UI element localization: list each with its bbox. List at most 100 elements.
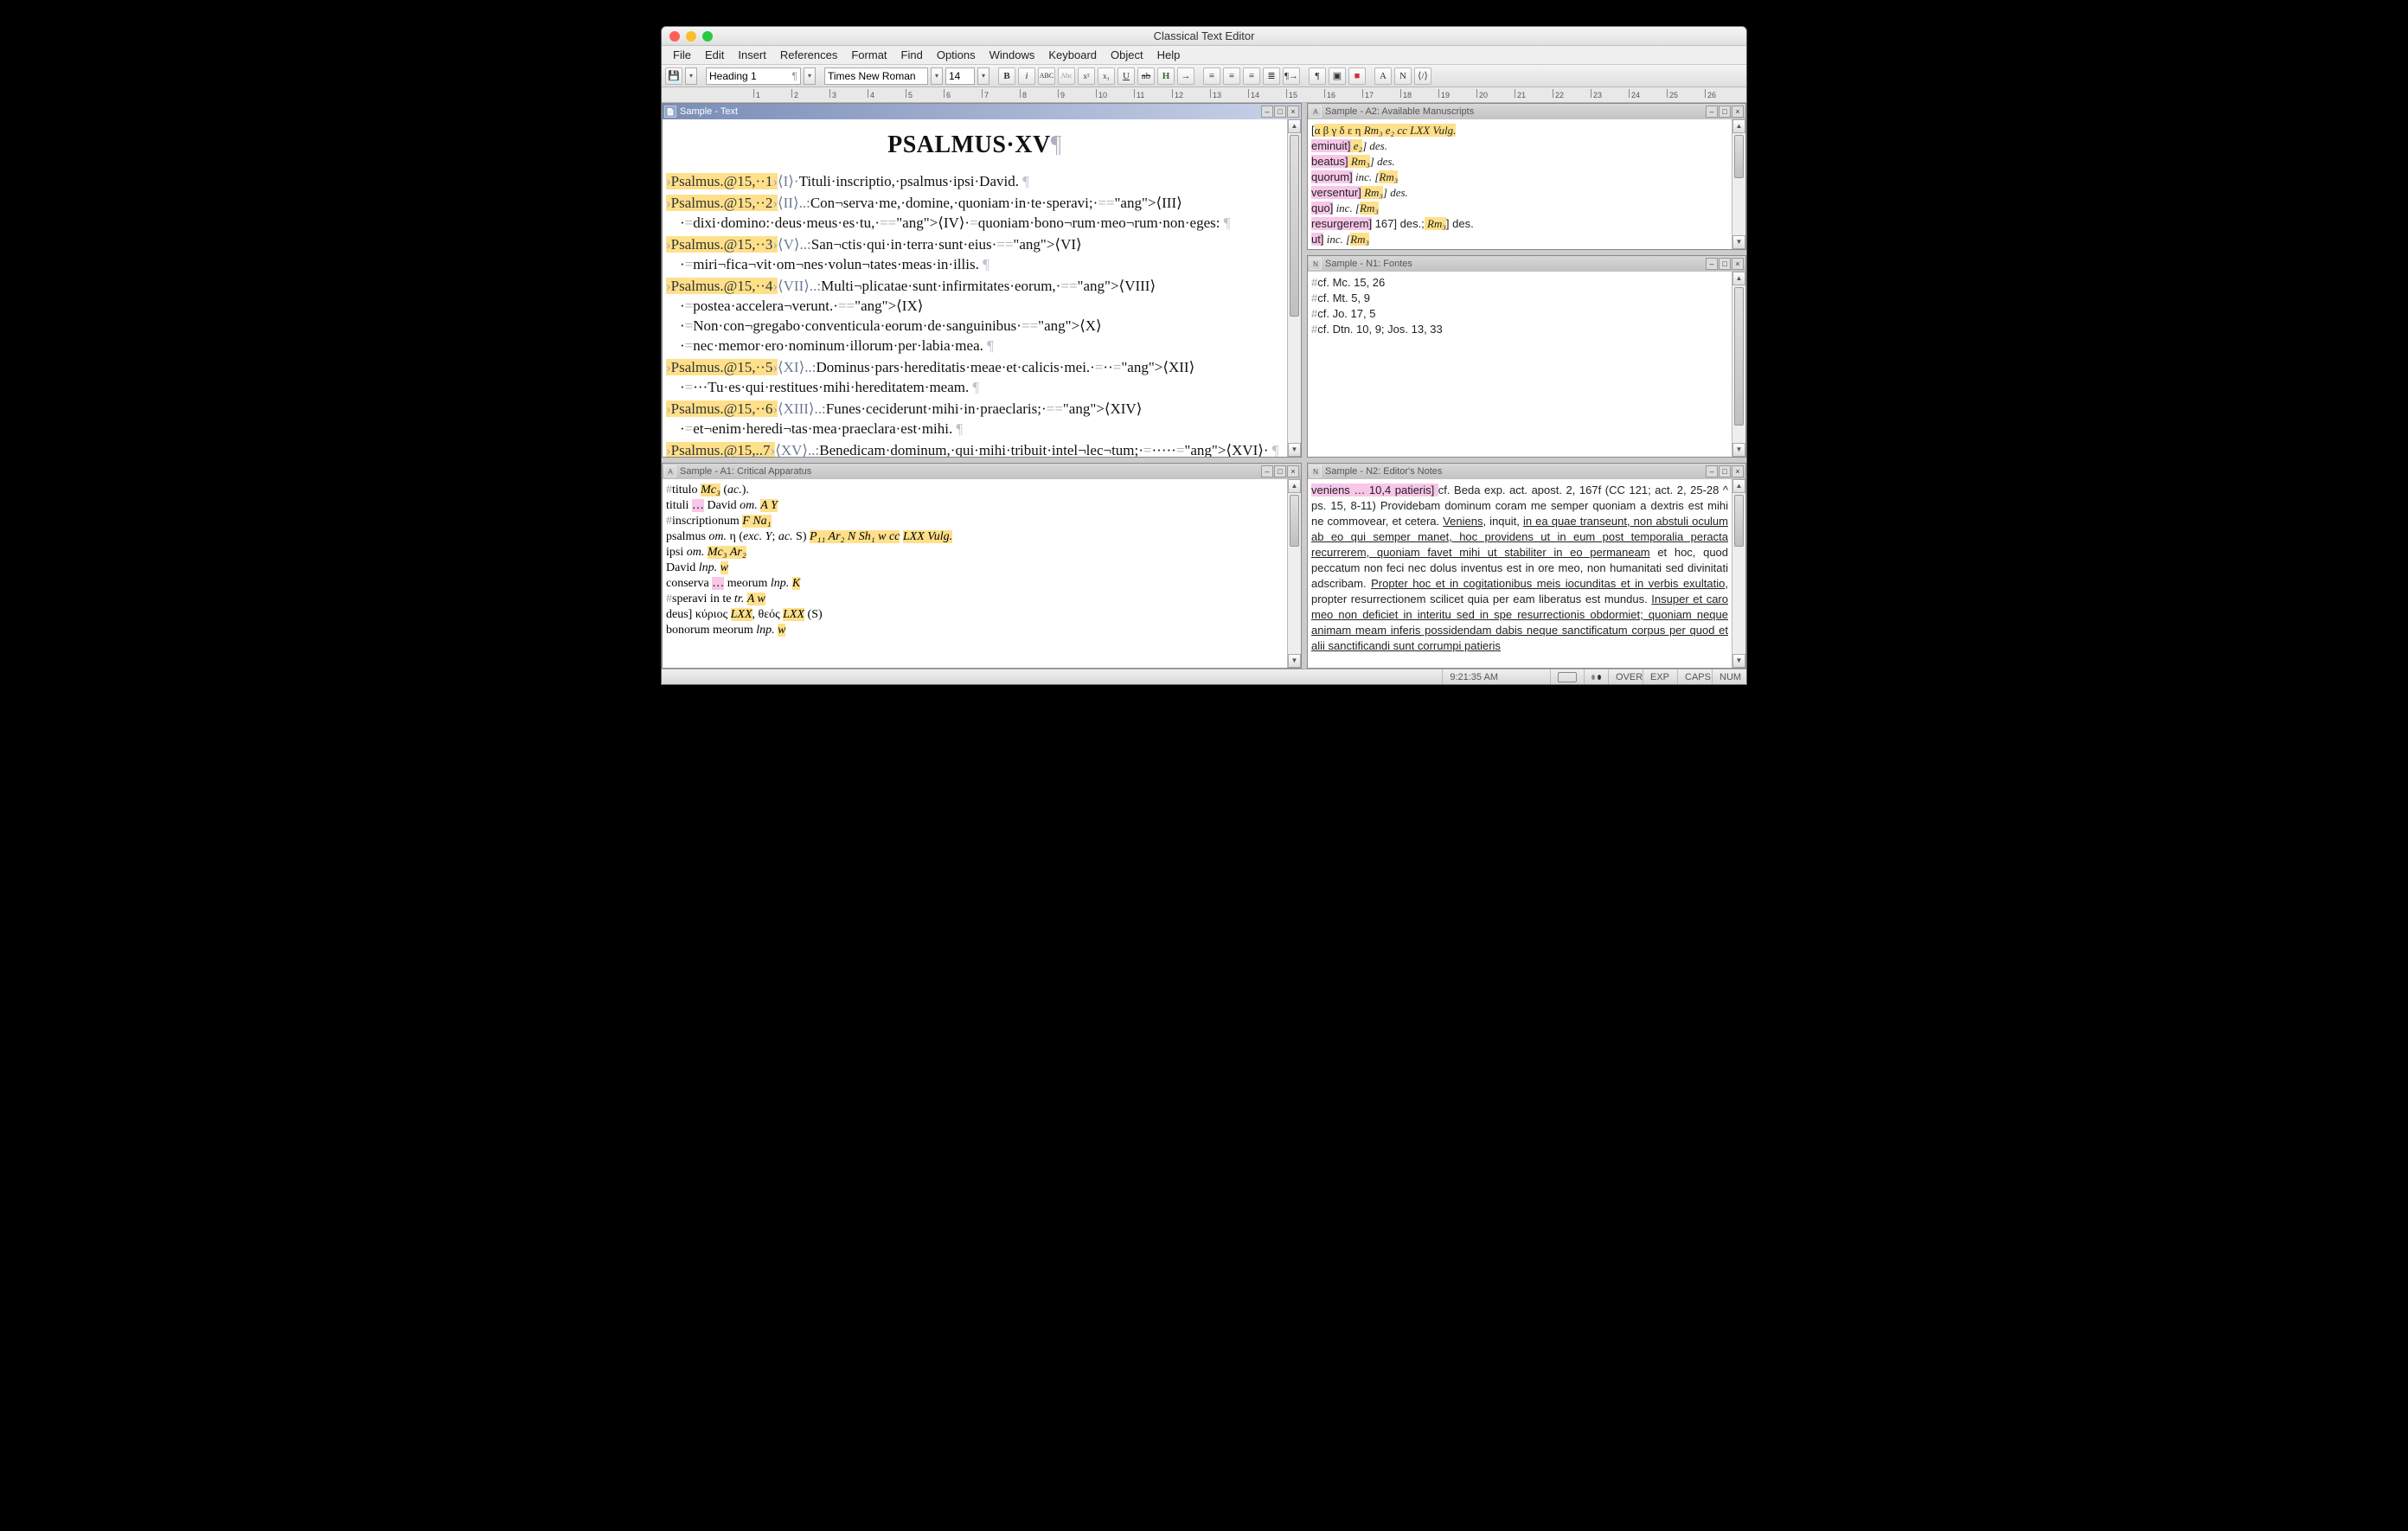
scroll-thumb[interactable] [1290, 135, 1299, 317]
ruler[interactable]: 1234567891011121314151617181920212223242… [662, 87, 1746, 103]
stop-button[interactable]: ■ [1348, 67, 1366, 85]
list-item[interactable]: tituli … David om. A Y [666, 498, 1284, 514]
align-left-button[interactable]: ≡ [1203, 67, 1220, 85]
list-item[interactable]: quo] inc. [Rm₃ [1311, 201, 1728, 216]
fontes-area[interactable]: #cf. Mc. 15, 26#cf. Mt. 5, 9#cf. Jo. 17,… [1308, 272, 1732, 457]
font-select[interactable]: Times New Roman [824, 67, 928, 85]
style-dropdown[interactable]: ▾ [804, 67, 816, 85]
list-item[interactable]: #cf. Dtn. 10, 9; Jos. 13, 33 [1311, 322, 1728, 337]
menu-help[interactable]: Help [1151, 47, 1187, 63]
maximize-pane-icon[interactable]: □ [1274, 465, 1286, 477]
xml-button[interactable]: ⟨/⟩ [1414, 67, 1431, 85]
verse-line[interactable]: ›Psalmus.@15,··3›⟨V⟩..:San¬ctis·qui·in·t… [666, 234, 1284, 274]
menu-format[interactable]: Format [845, 47, 893, 63]
close-icon[interactable] [669, 31, 680, 42]
scroll-down-icon[interactable]: ▼ [1288, 443, 1301, 457]
maximize-pane-icon[interactable]: □ [1719, 258, 1731, 270]
maximize-pane-icon[interactable]: □ [1719, 465, 1731, 477]
verse-line[interactable]: ›Psalmus.@15,··6›⟨XIII⟩..:Funes·cecideru… [666, 399, 1284, 439]
font-dropdown[interactable]: ▾ [931, 67, 943, 85]
menu-edit[interactable]: Edit [699, 47, 730, 63]
scroll-up-icon[interactable]: ▲ [1288, 119, 1301, 133]
list-item[interactable]: #cf. Mc. 15, 26 [1311, 275, 1728, 291]
notes-area[interactable]: veniens … 10,4 patieris] cf. Beda exp. a… [1308, 479, 1732, 668]
align-right-button[interactable]: ≡ [1243, 67, 1260, 85]
verse-line[interactable]: ›Psalmus.@15,··4›⟨VII⟩..:Multi¬plicatae·… [666, 276, 1284, 356]
list-item[interactable]: [α β γ δ ε η Rm₃ e₂ cc LXX Vulg. [1311, 123, 1728, 138]
list-item[interactable]: deus] κύριος LXX, θεός LXX (S) [666, 607, 1284, 623]
verse-line[interactable]: ›Psalmus.@15,··2›⟨II⟩..:Con¬serva·me,·do… [666, 193, 1284, 233]
menu-find[interactable]: Find [895, 47, 929, 63]
scroll-down-icon[interactable]: ▼ [1732, 443, 1745, 457]
smallcaps-button[interactable]: ABC [1038, 67, 1055, 85]
pane-notes-header[interactable]: N Sample - N2: Editor's Notes – □ × [1308, 464, 1745, 479]
verse-line[interactable]: ›Psalmus.@15,··1›⟨I⟩·Tituli·inscriptio,·… [666, 171, 1284, 191]
maximize-pane-icon[interactable]: □ [1274, 106, 1286, 118]
list-item[interactable]: quorum] inc. [Rm₃ [1311, 170, 1728, 185]
scroll-up-icon[interactable]: ▲ [1732, 272, 1745, 285]
highlight-button[interactable]: H [1157, 67, 1175, 85]
underline-button[interactable]: U [1118, 67, 1135, 85]
minimize-pane-icon[interactable]: – [1261, 465, 1273, 477]
close-pane-icon[interactable]: × [1287, 465, 1299, 477]
strike-button[interactable]: ab [1137, 67, 1155, 85]
save-button[interactable]: 💾 [665, 67, 682, 85]
list-item[interactable]: #inscriptionum F Na₁ [666, 514, 1284, 529]
pane-apparatus-header[interactable]: A Sample - A1: Critical Apparatus – □ × [663, 464, 1301, 479]
minimize-icon[interactable] [686, 31, 696, 42]
scroll-thumb[interactable] [1734, 287, 1744, 426]
italic-button[interactable]: i [1018, 67, 1035, 85]
subscript-button[interactable]: x₁ [1098, 67, 1115, 85]
scrollbar[interactable]: ▲ ▼ [1287, 479, 1301, 668]
scroll-down-icon[interactable]: ▼ [1288, 654, 1301, 668]
close-pane-icon[interactable]: × [1287, 106, 1299, 118]
verse-line[interactable]: ›Psalmus.@15,··5›⟨XI⟩..:Dominus·pars·her… [666, 357, 1284, 397]
verse-line[interactable]: ›Psalmus.@15,..7›⟨XV⟩..:Benedicam·dominu… [666, 440, 1284, 457]
size-dropdown[interactable]: ▾ [977, 67, 989, 85]
paragraph-direction-button[interactable]: ¶→ [1283, 67, 1300, 85]
image-button[interactable]: ▣ [1329, 67, 1346, 85]
list-item[interactable]: beatus] Rm₃] des. [1311, 154, 1728, 170]
scroll-thumb[interactable] [1734, 135, 1744, 178]
list-item[interactable]: eminuit] e₂] des. [1311, 138, 1728, 154]
align-justify-button[interactable]: ≣ [1263, 67, 1280, 85]
scrollbar[interactable]: ▲ ▼ [1732, 479, 1745, 668]
scroll-down-icon[interactable]: ▼ [1732, 654, 1745, 668]
manuscripts-area[interactable]: [α β γ δ ε η Rm₃ e₂ cc LXX Vulg.eminuit]… [1308, 119, 1732, 249]
list-item[interactable]: #cf. Jo. 17, 5 [1311, 306, 1728, 322]
list-item[interactable]: #titulo Mc₃ (ac.). [666, 483, 1284, 498]
minimize-pane-icon[interactable]: – [1261, 106, 1273, 118]
menu-references[interactable]: References [774, 47, 843, 63]
scroll-thumb[interactable] [1734, 495, 1744, 547]
list-item[interactable]: #speravi in te tr. A w [666, 592, 1284, 607]
align-center-button[interactable]: ≡ [1223, 67, 1240, 85]
list-item[interactable]: psalmus om. η (exc. Y; ac. S) P₁₁ Ar₂ N … [666, 529, 1284, 545]
minimize-pane-icon[interactable]: – [1706, 258, 1718, 270]
menu-file[interactable]: File [667, 47, 697, 63]
list-item[interactable]: #cf. Mt. 5, 9 [1311, 291, 1728, 306]
pane-manuscripts-header[interactable]: A Sample - A2: Available Manuscripts – □… [1308, 104, 1745, 119]
scroll-up-icon[interactable]: ▲ [1288, 479, 1301, 493]
menu-insert[interactable]: Insert [732, 47, 772, 63]
list-item[interactable]: conserva … meorum lnp. K [666, 576, 1284, 592]
list-item[interactable]: ipsi om. Mc₃ Ar₂ [666, 545, 1284, 561]
zoom-icon[interactable] [702, 31, 713, 42]
scroll-up-icon[interactable]: ▲ [1732, 479, 1745, 493]
list-item[interactable]: ut] inc. [Rm₃ [1311, 232, 1728, 247]
scroll-thumb[interactable] [1290, 495, 1299, 547]
minimize-pane-icon[interactable]: – [1706, 106, 1718, 118]
menu-windows[interactable]: Windows [983, 47, 1041, 63]
menu-object[interactable]: Object [1105, 47, 1150, 63]
pane-fontes-header[interactable]: N Sample - N1: Fontes – □ × [1308, 256, 1745, 272]
scroll-down-icon[interactable]: ▼ [1732, 235, 1745, 249]
apparatus-n-button[interactable]: N [1394, 67, 1412, 85]
list-item[interactable]: David lnp. w [666, 561, 1284, 576]
close-pane-icon[interactable]: × [1732, 106, 1744, 118]
menu-options[interactable]: Options [931, 47, 982, 63]
text-area[interactable]: PSALMUS·XV¶ ›Psalmus.@15,··1›⟨I⟩·Tituli·… [663, 119, 1287, 457]
scrollbar[interactable]: ▲ ▼ [1732, 272, 1745, 457]
pane-text-header[interactable]: 📄 Sample - Text – □ × [663, 104, 1301, 119]
minimize-pane-icon[interactable]: – [1706, 465, 1718, 477]
list-item[interactable]: bonorum meorum lnp. w [666, 623, 1284, 638]
scrollbar[interactable]: ▲ ▼ [1732, 119, 1745, 249]
